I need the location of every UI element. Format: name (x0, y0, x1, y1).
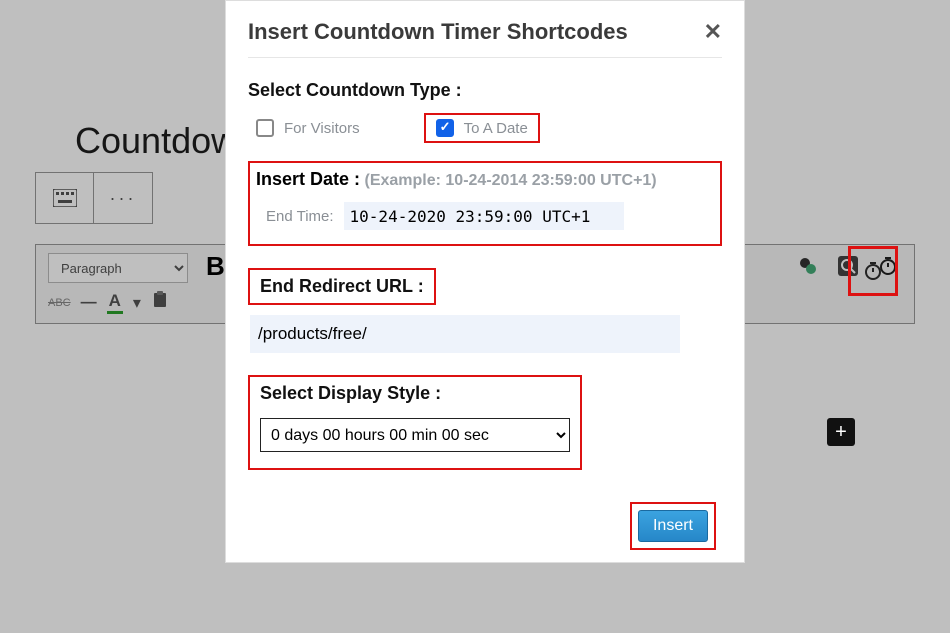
end-time-label: End Time: (266, 208, 334, 225)
close-icon[interactable]: ✕ (704, 19, 722, 45)
insert-button[interactable]: Insert (638, 510, 708, 542)
checkbox-unchecked-icon[interactable] (256, 119, 274, 137)
modal-header: Insert Countdown Timer Shortcodes ✕ (248, 19, 722, 58)
insert-button-highlight: Insert (630, 502, 716, 550)
modal-title: Insert Countdown Timer Shortcodes (248, 19, 628, 45)
shortcode-modal: Insert Countdown Timer Shortcodes ✕ Sele… (225, 0, 745, 563)
display-style-label: Select Display Style : (260, 383, 570, 404)
redirect-section: End Redirect URL : (248, 268, 722, 353)
countdown-type-label: Select Countdown Type : (248, 80, 722, 101)
display-style-select[interactable]: 0 days 00 hours 00 min 00 sec (260, 418, 570, 452)
option-to-a-date[interactable]: To A Date (424, 113, 540, 143)
insert-date-label: Insert Date : (256, 169, 360, 189)
display-style-section: Select Display Style : 0 days 00 hours 0… (248, 375, 722, 470)
countdown-type-section: Select Countdown Type : For Visitors To … (248, 80, 722, 143)
redirect-url-input[interactable] (250, 315, 680, 353)
timer-icon-highlight (848, 246, 898, 296)
end-time-input[interactable] (344, 202, 624, 230)
redirect-label: End Redirect URL : (260, 276, 424, 296)
insert-date-section: Insert Date : (Example: 10-24-2014 23:59… (248, 161, 722, 246)
add-block-button[interactable]: + (827, 418, 855, 446)
insert-date-example: (Example: 10-24-2014 23:59:00 UTC+1) (364, 172, 656, 189)
checkbox-checked-icon[interactable] (436, 119, 454, 137)
option-for-visitors-label: For Visitors (284, 120, 360, 137)
option-to-a-date-label: To A Date (464, 120, 528, 137)
option-for-visitors[interactable]: For Visitors (248, 117, 368, 139)
